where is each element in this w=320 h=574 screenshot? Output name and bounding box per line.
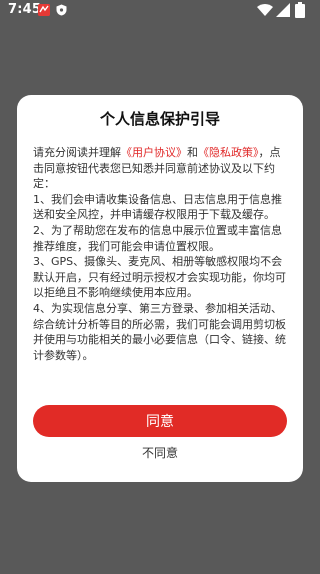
user-agreement-link[interactable]: 《用户协议》	[121, 146, 187, 159]
battery-icon	[295, 2, 305, 18]
wifi-icon	[257, 3, 273, 17]
privacy-policy-link[interactable]: 《隐私政策》	[198, 146, 259, 159]
privacy-dialog: 个人信息保护引导 请充分阅读并理解《用户协议》和《隐私政策》，点击同意按钮代表您…	[17, 95, 303, 482]
status-bar: 7:45	[0, 0, 320, 22]
dialog-body: 请充分阅读并理解《用户协议》和《隐私政策》，点击同意按钮代表您已知悉并同意前述协…	[33, 145, 287, 363]
agree-button[interactable]: 同意	[33, 405, 287, 437]
dialog-item-2: 2、为了帮助您在发布的信息中展示位置或丰富信息推荐维度，我们可能会申请位置权限。	[33, 223, 282, 253]
shield-icon	[56, 4, 67, 16]
signal-icon	[276, 3, 290, 17]
dialog-item-1: 1、我们会申请收集设备信息、日志信息用于信息推送和安全风控，并申请缓存权限用于下…	[33, 192, 282, 222]
dialog-title: 个人信息保护引导	[99, 110, 220, 128]
dialog-item-3: 3、GPS、摄像头、麦克风、相册等敏感权限均不会默认开启，只有经过明示授权才会实…	[33, 255, 286, 300]
status-time: 7:45	[8, 2, 42, 17]
app-notification-icon	[38, 4, 50, 16]
intro-prefix: 请充分阅读并理解	[33, 146, 121, 159]
dialog-item-4: 4、为实现信息分享、第三方登录、参加相关活动、综合统计分析等目的所必需，我们可能…	[33, 301, 286, 362]
dialog-intro: 请充分阅读并理解《用户协议》和《隐私政策》，点击同意按钮代表您已知悉并同意前述协…	[33, 145, 287, 192]
intro-and: 和	[187, 146, 198, 159]
disagree-button[interactable]: 不同意	[17, 444, 303, 461]
